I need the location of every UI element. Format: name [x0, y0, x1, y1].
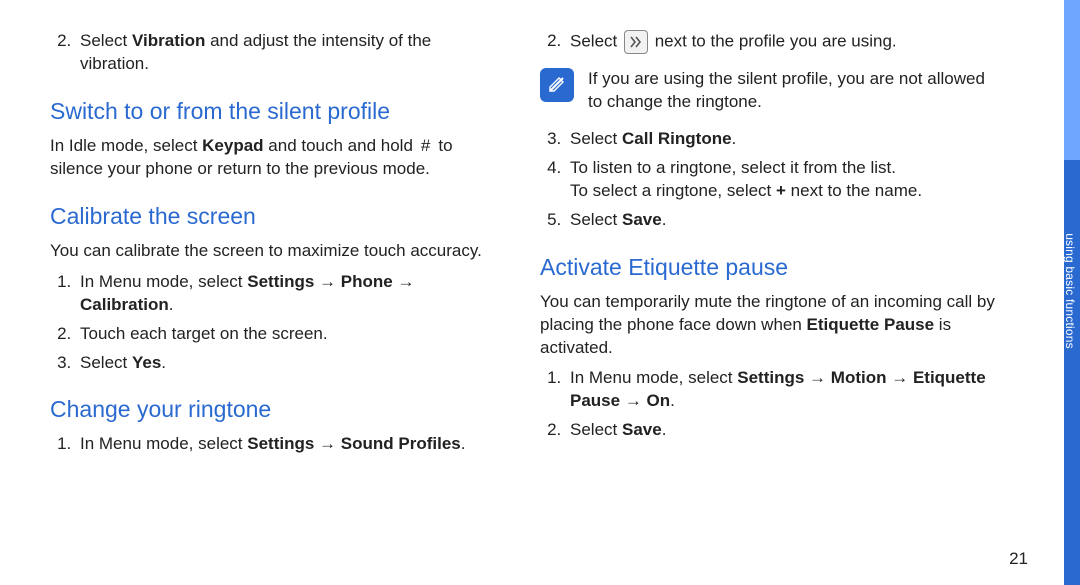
txt: →: [886, 368, 912, 387]
txt: .: [732, 129, 737, 148]
txt: and touch and hold: [264, 136, 418, 155]
vibration-step-2: Select Vibration and adjust the intensit…: [76, 30, 500, 76]
txt: .: [662, 210, 667, 229]
heading-change-ringtone: Change your ringtone: [50, 396, 500, 423]
txt: In Idle mode, select: [50, 136, 202, 155]
pound-key-icon: #: [418, 135, 434, 158]
txt-bold: Vibration: [132, 31, 205, 50]
txt-bold: Settings: [247, 272, 314, 291]
double-chevron-icon: [624, 30, 648, 54]
txt: To listen to a ringtone, select it from …: [570, 158, 896, 177]
txt: .: [161, 353, 166, 372]
ringtone-step-4: To listen to a ringtone, select it from …: [566, 157, 1000, 203]
heading-etiquette: Activate Etiquette pause: [540, 254, 1000, 281]
txt-bold: Settings: [737, 368, 804, 387]
page-number: 21: [1009, 549, 1028, 569]
side-tab-accent: [1064, 0, 1080, 160]
txt: Select: [570, 210, 622, 229]
etiquette-steps: In Menu mode, select Settings → Motion →…: [540, 367, 1000, 442]
calibrate-step-3: Select Yes.: [76, 352, 500, 375]
txt: →: [314, 434, 340, 453]
page-content: Select Vibration and adjust the intensit…: [0, 0, 1000, 585]
ringtone-steps-left: In Menu mode, select Settings → Sound Pr…: [50, 433, 500, 456]
txt: .: [662, 420, 667, 439]
txt-bold: Save: [622, 210, 662, 229]
note-icon: [540, 68, 574, 102]
txt-bold: Save: [622, 420, 662, 439]
txt: next to the profile you are using.: [655, 31, 897, 50]
txt: →: [804, 368, 830, 387]
right-column: Select next to the profile you are using…: [540, 30, 1000, 585]
etiquette-intro: You can temporarily mute the ringtone of…: [540, 291, 1000, 360]
vibration-step-list: Select Vibration and adjust the intensit…: [50, 30, 500, 76]
txt: →: [620, 391, 646, 410]
txt-bold: Call Ringtone: [622, 129, 732, 148]
heading-calibrate: Calibrate the screen: [50, 203, 500, 230]
txt: To select a ringtone, select: [570, 181, 776, 200]
txt: In Menu mode, select: [570, 368, 737, 387]
calibrate-intro: You can calibrate the screen to maximize…: [50, 240, 500, 263]
txt: Select: [80, 353, 132, 372]
txt-bold: Etiquette Pause: [807, 315, 935, 334]
heading-silent-profile: Switch to or from the silent profile: [50, 98, 500, 125]
txt-bold: Yes: [132, 353, 161, 372]
txt-bold: Phone: [341, 272, 393, 291]
note-row: If you are using the silent profile, you…: [540, 68, 1000, 114]
txt-bold: Calibration: [80, 295, 169, 314]
calibrate-steps: In Menu mode, select Settings → Phone → …: [50, 271, 500, 375]
calibrate-step-2: Touch each target on the screen.: [76, 323, 500, 346]
txt: .: [670, 391, 675, 410]
txt-bold: Sound Profiles: [341, 434, 461, 453]
txt-bold: +: [776, 181, 786, 200]
side-tab-label: using basic functions: [1063, 201, 1077, 381]
txt: .: [169, 295, 174, 314]
calibrate-step-1: In Menu mode, select Settings → Phone → …: [76, 271, 500, 317]
txt-bold: Keypad: [202, 136, 263, 155]
ringtone-step-3: Select Call Ringtone.: [566, 128, 1000, 151]
etiquette-step-1: In Menu mode, select Settings → Motion →…: [566, 367, 1000, 413]
ringtone-step-5: Select Save.: [566, 209, 1000, 232]
txt: Select: [80, 31, 132, 50]
txt-bold: On: [647, 391, 671, 410]
txt-bold: Settings: [247, 434, 314, 453]
txt: →: [393, 272, 415, 291]
txt: In Menu mode, select: [80, 272, 247, 291]
txt: Select: [570, 129, 622, 148]
txt: Select: [570, 31, 622, 50]
ringtone-steps-right: Select next to the profile you are using…: [540, 30, 1000, 54]
txt: →: [314, 272, 340, 291]
txt: In Menu mode, select: [80, 434, 247, 453]
left-column: Select Vibration and adjust the intensit…: [50, 30, 500, 585]
etiquette-step-2: Select Save.: [566, 419, 1000, 442]
ringtone-step-1: In Menu mode, select Settings → Sound Pr…: [76, 433, 500, 456]
ringtone-step-2: Select next to the profile you are using…: [566, 30, 1000, 54]
txt: next to the name.: [786, 181, 922, 200]
txt: Select: [570, 420, 622, 439]
ringtone-steps-right-2: Select Call Ringtone. To listen to a rin…: [540, 128, 1000, 232]
silent-profile-paragraph: In Idle mode, select Keypad and touch an…: [50, 135, 500, 181]
txt-bold: Motion: [831, 368, 887, 387]
txt: .: [461, 434, 466, 453]
note-text: If you are using the silent profile, you…: [588, 68, 1000, 114]
